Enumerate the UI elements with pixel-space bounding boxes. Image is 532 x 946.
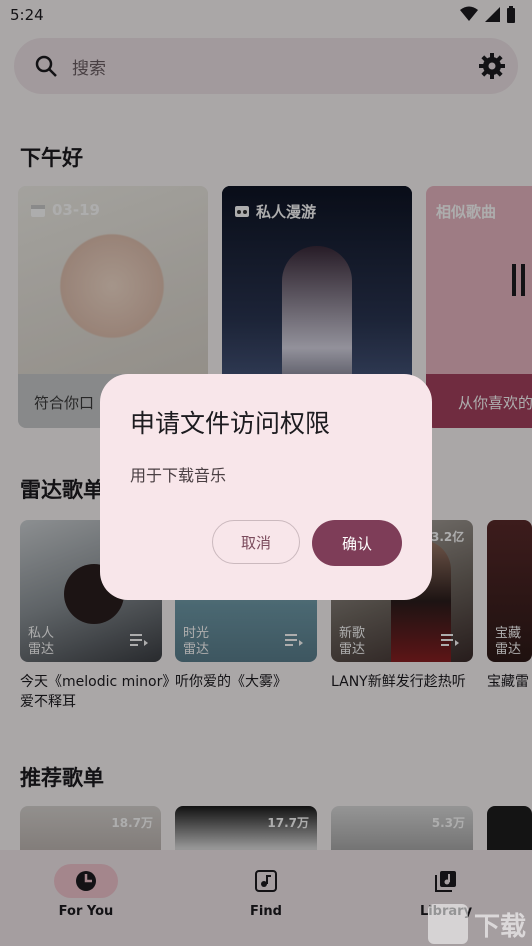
confirm-button[interactable]: 确认 bbox=[312, 520, 402, 566]
watermark-text: 下载 bbox=[473, 911, 526, 942]
watermark: 下载 bbox=[427, 904, 526, 944]
dialog-body: 用于下载音乐 bbox=[130, 466, 227, 485]
permission-dialog: 申请文件访问权限 用于下载音乐 取消 确认 bbox=[100, 374, 432, 600]
dialog-title: 申请文件访问权限 bbox=[130, 409, 331, 438]
watermark-logo-icon bbox=[427, 904, 468, 944]
cancel-button[interactable]: 取消 bbox=[212, 520, 300, 564]
